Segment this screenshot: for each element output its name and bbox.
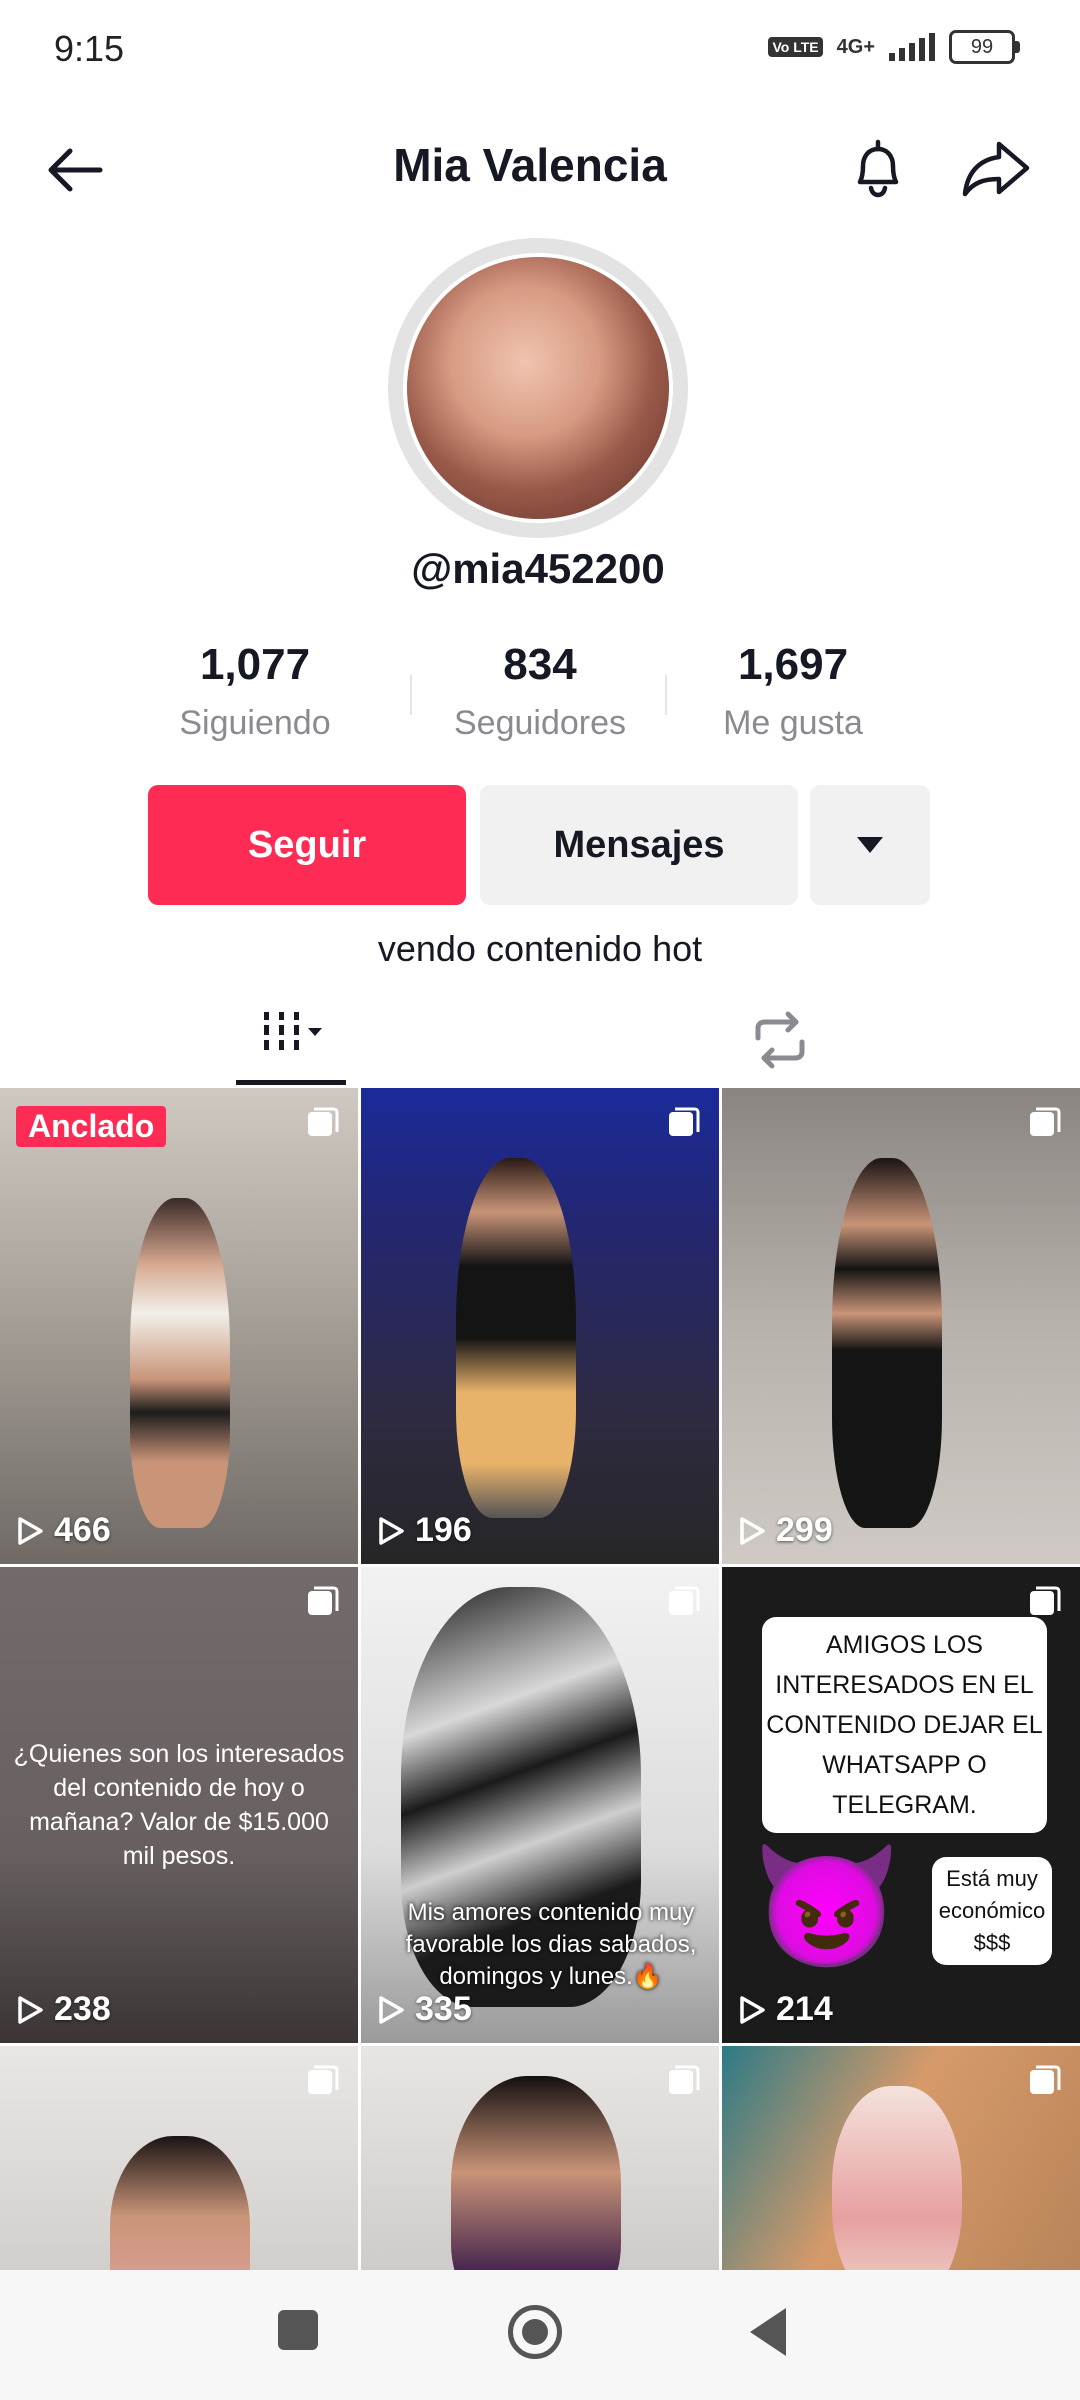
multi-video-icon (1030, 1107, 1061, 1136)
multi-video-icon (669, 1586, 700, 1615)
video-thumbnail-figure (456, 1158, 576, 1518)
messages-button[interactable]: Mensajes (480, 785, 798, 905)
multi-video-icon (308, 2065, 339, 2094)
play-icon (18, 1516, 43, 1545)
view-count: 299 (776, 1511, 833, 1549)
play-icon (379, 1995, 404, 2024)
video-views: 299 (738, 1511, 833, 1550)
profile-bio: vendo contenido hot (377, 928, 703, 969)
stat-divider (665, 675, 667, 715)
tab-reposts[interactable] (740, 1000, 820, 1080)
video-caption: Mis amores contenido muy favorable los d… (405, 1899, 697, 1990)
signal-icon (889, 33, 935, 61)
stat-divider (410, 675, 412, 715)
view-count: 214 (776, 1990, 833, 2028)
more-options-button[interactable] (810, 785, 930, 905)
top-bar: Mia Valencia (0, 100, 1080, 230)
video-views: 196 (377, 1511, 472, 1550)
system-back-button[interactable] (750, 2308, 786, 2356)
repost-icon (755, 1011, 805, 1069)
profile-stats: 1,077 Siguiendo 834 Seguidores 1,697 Me … (160, 640, 920, 760)
video-thumbnail-figure (832, 2086, 962, 2270)
video-thumbnail[interactable]: 196 (361, 1088, 719, 1564)
devil-emoji: 😈 (752, 1840, 902, 1974)
followers-count: 834 (503, 640, 577, 689)
home-button[interactable] (508, 2305, 562, 2359)
video-thumbnail-figure (110, 2136, 250, 2270)
play-icon (740, 1995, 765, 2024)
following-label: Siguiendo (179, 704, 331, 742)
multi-video-icon (308, 1586, 339, 1615)
video-views: 214 (738, 1990, 833, 2029)
video-views: 466 (16, 1511, 111, 1550)
likes-label: Me gusta (723, 704, 863, 742)
follow-button[interactable]: Seguir (148, 785, 466, 905)
play-icon (740, 1516, 765, 1545)
caret-down-icon (857, 837, 883, 853)
multi-video-icon (1030, 1586, 1061, 1615)
username: @mia452200 (411, 545, 665, 592)
multi-video-icon (308, 1107, 339, 1136)
price-sticker: Está muy económico $$$ (932, 1857, 1052, 1965)
video-thumbnail[interactable] (722, 2046, 1080, 2270)
video-thumbnail-figure (832, 1158, 942, 1528)
share-arrow-icon (962, 141, 1030, 197)
pinned-badge: Anclado (16, 1106, 167, 1147)
content-tabs (0, 990, 1080, 1086)
share-button[interactable] (955, 130, 1035, 206)
avatar-ring (388, 238, 688, 538)
video-thumbnail[interactable]: Mis amores contenido muy favorable los d… (361, 1567, 719, 2043)
view-count: 238 (54, 1990, 111, 2028)
followers-label: Seguidores (453, 704, 626, 742)
play-icon (18, 1995, 43, 2024)
battery-icon: 99 (949, 30, 1020, 64)
video-thumbnail-figure (130, 1198, 230, 1528)
view-count: 335 (415, 1990, 472, 2028)
grid-columns-icon (264, 1012, 322, 1050)
multi-video-icon (669, 2065, 700, 2094)
video-thumbnail[interactable] (0, 2046, 358, 2270)
avatar-photo (407, 257, 669, 519)
volte-icon: Vo LTE (768, 37, 823, 57)
video-caption: AMIGOS LOS INTERESADOS EN EL CONTENIDO D… (762, 1617, 1047, 1833)
video-caption: ¿Quienes son los interesados del conteni… (13, 1740, 345, 1870)
video-views: 335 (377, 1990, 472, 2029)
view-count: 466 (54, 1511, 111, 1549)
stat-following[interactable]: 1,077 Siguiendo (130, 640, 380, 743)
status-icons: Vo LTE 4G+ 99 (768, 30, 1020, 64)
tab-videos[interactable] (236, 990, 346, 1086)
video-thumbnail[interactable]: ¿Quienes son los interesados del conteni… (0, 1567, 358, 2043)
avatar[interactable] (403, 253, 673, 523)
recents-button[interactable] (278, 2310, 318, 2350)
video-thumbnail-figure (451, 2076, 621, 2270)
network-type: 4G+ (836, 35, 875, 58)
multi-video-icon (669, 1107, 700, 1136)
view-count: 196 (415, 1511, 472, 1549)
video-thumbnail[interactable] (361, 2046, 719, 2270)
stat-followers[interactable]: 834 Seguidores (415, 640, 665, 743)
video-thumbnail[interactable]: Anclado 466 (0, 1088, 358, 1564)
stat-likes[interactable]: 1,697 Me gusta (668, 640, 918, 743)
system-navigation-bar (0, 2270, 1080, 2400)
play-icon (379, 1516, 404, 1545)
active-tab-indicator (236, 1080, 346, 1085)
video-thumbnail[interactable]: AMIGOS LOS INTERESADOS EN EL CONTENIDO D… (722, 1567, 1080, 2043)
video-views: 238 (16, 1990, 111, 2029)
bell-icon (857, 139, 899, 198)
status-time: 9:15 (54, 28, 125, 69)
status-bar: 9:15 Vo LTE 4G+ 99 (0, 0, 1080, 100)
following-count: 1,077 (199, 640, 311, 689)
battery-level: 99 (949, 30, 1015, 64)
multi-video-icon (1030, 2065, 1061, 2094)
likes-count: 1,697 (737, 640, 849, 689)
notifications-button[interactable] (840, 130, 916, 206)
video-thumbnail[interactable]: 299 (722, 1088, 1080, 1564)
